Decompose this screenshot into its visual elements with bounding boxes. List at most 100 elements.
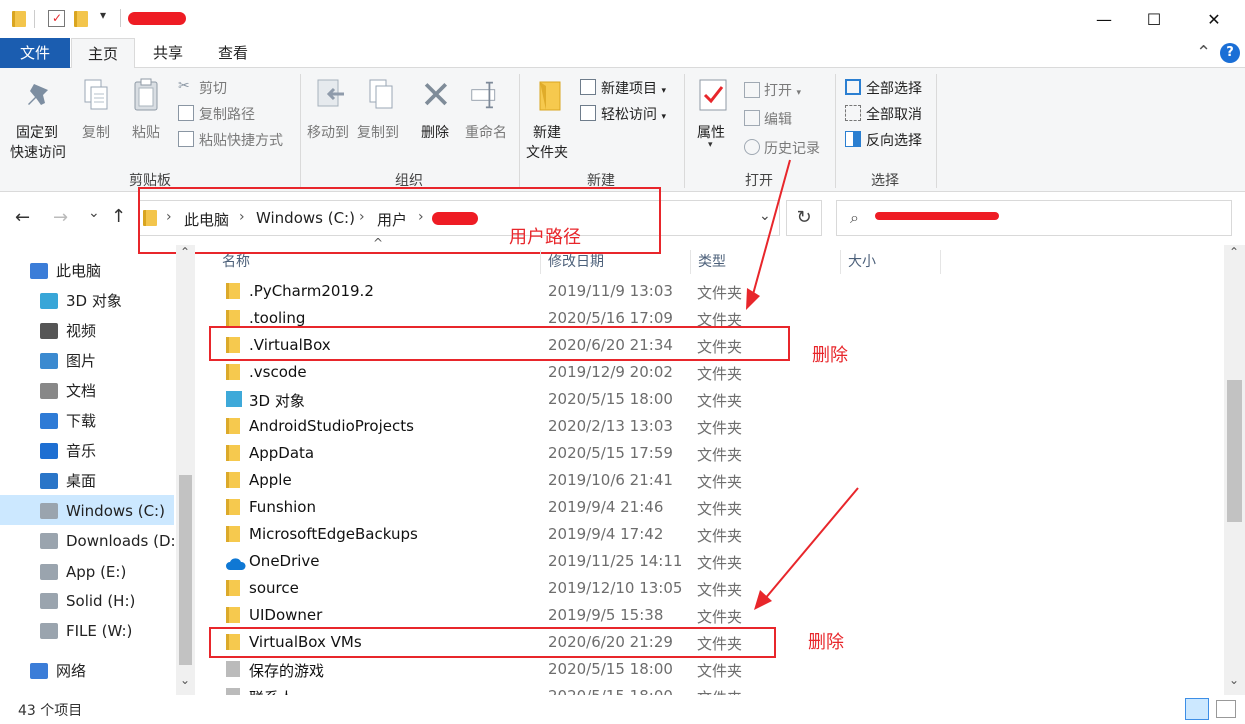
table-row[interactable]: .PyCharm2019.2 2019/11/9 13:03 文件夹 xyxy=(222,278,1222,305)
move-to-icon xyxy=(317,79,344,107)
history-button[interactable]: 历史记录 xyxy=(764,138,820,158)
table-row[interactable]: 联系人 2020/5/15 18:00 文件夹 xyxy=(222,683,1222,695)
divider[interactable] xyxy=(940,250,941,274)
rename-button[interactable]: 重命名 xyxy=(465,122,507,142)
column-header-size[interactable]: 大小 xyxy=(848,250,876,274)
contacts-icon xyxy=(226,688,240,695)
paste-shortcut-button[interactable]: 粘贴快捷方式 xyxy=(199,130,283,150)
file-name: 3D 对象 xyxy=(249,392,305,410)
up-icon[interactable]: ↑ xyxy=(111,206,126,227)
paste-button[interactable]: 粘贴 xyxy=(132,122,160,142)
folder-icon xyxy=(12,11,26,27)
invert-selection-button[interactable]: 反向选择 xyxy=(866,130,922,150)
redacted-title xyxy=(128,12,186,25)
file-type: 文件夹 xyxy=(697,581,743,599)
scroll-up-icon[interactable]: ⌃ xyxy=(180,245,190,259)
search-input[interactable]: ⌕ xyxy=(836,200,1232,236)
pin-quick-access-label-2[interactable]: 快速访问 xyxy=(10,142,66,162)
move-to-button[interactable]: 移动到 xyxy=(307,122,349,142)
refresh-button[interactable]: ↻ xyxy=(786,200,822,236)
file-name: .vscode xyxy=(249,363,307,381)
file-type: 文件夹 xyxy=(697,284,743,302)
recent-locations-icon[interactable]: ⌄ xyxy=(88,205,100,221)
address-dropdown-icon[interactable]: ⌄ xyxy=(759,208,771,224)
select-all-button[interactable]: 全部选择 xyxy=(866,78,922,98)
file-name: Apple xyxy=(249,471,292,489)
table-row[interactable]: .vscode 2019/12/9 20:02 文件夹 xyxy=(222,359,1222,386)
tab-file[interactable]: 文件 xyxy=(0,38,70,68)
edit-button[interactable]: 编辑 xyxy=(764,109,792,129)
select-none-button[interactable]: 全部取消 xyxy=(866,104,922,124)
saved-games-icon xyxy=(226,661,240,677)
tab-view[interactable]: 查看 xyxy=(204,38,262,68)
help-icon[interactable]: ? xyxy=(1220,43,1240,63)
item-count: 43 个项目 xyxy=(18,703,83,719)
file-modified-date: 2019/9/4 21:46 xyxy=(548,498,664,516)
ribbon-tabs: 文件 主页 共享 查看 ⌄ ? xyxy=(0,38,1245,69)
file-name: AppData xyxy=(249,444,315,462)
back-icon[interactable]: ← xyxy=(15,207,30,228)
properties-button[interactable]: 属性 xyxy=(697,122,725,142)
file-name: 联系人 xyxy=(249,687,294,695)
table-row[interactable]: AndroidStudioProjects 2020/2/13 13:03 文件夹 xyxy=(222,413,1222,440)
new-folder-label-2[interactable]: 文件夹 xyxy=(526,142,568,162)
close-button[interactable]: ✕ xyxy=(1190,0,1238,38)
new-folder-quick-icon[interactable] xyxy=(74,11,88,27)
new-folder-label[interactable]: 新建 xyxy=(533,122,561,142)
table-row[interactable]: MicrosoftEdgeBackups 2019/9/4 17:42 文件夹 xyxy=(222,521,1222,548)
maximize-button[interactable]: ☐ xyxy=(1130,0,1178,38)
properties-icon xyxy=(699,79,727,111)
column-header-type[interactable]: 类型 xyxy=(698,250,726,274)
copy-to-icon xyxy=(369,79,393,109)
forward-icon[interactable]: → xyxy=(53,207,68,228)
divider[interactable] xyxy=(840,250,841,274)
pin-quick-access-label[interactable]: 固定到 xyxy=(16,122,58,142)
scroll-up-icon[interactable]: ⌃ xyxy=(1229,245,1239,259)
file-modified-date: 2019/9/5 15:38 xyxy=(548,606,664,624)
table-row[interactable]: OneDrive 2019/11/25 14:11 文件夹 xyxy=(222,548,1222,575)
column-header-modified[interactable]: 修改日期 xyxy=(548,250,604,274)
large-icons-view-button[interactable] xyxy=(1216,700,1236,718)
file-name: .PyCharm2019.2 xyxy=(249,282,374,300)
minimize-button[interactable]: — xyxy=(1080,0,1128,38)
list-scrollbar-thumb[interactable] xyxy=(1227,380,1242,522)
copy-path-button[interactable]: 复制路径 xyxy=(199,104,255,124)
copy-button[interactable]: 复制 xyxy=(82,122,110,142)
file-name: 保存的游戏 xyxy=(249,662,325,680)
new-item-button[interactable]: 新建项目 ▾ xyxy=(601,78,666,98)
table-row[interactable]: UIDowner 2019/9/5 15:38 文件夹 xyxy=(222,602,1222,629)
details-view-button[interactable] xyxy=(1185,698,1209,720)
select-none-icon xyxy=(845,105,861,121)
folder-icon xyxy=(226,445,240,461)
cut-button[interactable]: 剪切 xyxy=(199,78,227,98)
cube-icon xyxy=(226,391,242,407)
quick-access-dropdown-icon[interactable]: ▾ xyxy=(100,8,106,22)
properties-quick-icon[interactable]: ✓ xyxy=(48,10,65,27)
folder-icon xyxy=(226,310,240,326)
table-row[interactable]: Funshion 2019/9/4 21:46 文件夹 xyxy=(222,494,1222,521)
folder-icon xyxy=(226,580,240,596)
folder-icon xyxy=(226,283,240,299)
divider[interactable] xyxy=(690,250,691,274)
easy-access-button[interactable]: 轻松访问 ▾ xyxy=(601,104,666,124)
table-row[interactable]: source 2019/12/10 13:05 文件夹 xyxy=(222,575,1222,602)
table-row[interactable]: AppData 2020/5/15 17:59 文件夹 xyxy=(222,440,1222,467)
divider[interactable] xyxy=(540,250,541,274)
open-icon xyxy=(744,82,760,98)
copy-to-button[interactable]: 复制到 xyxy=(357,122,399,142)
table-row[interactable]: Apple 2019/10/6 21:41 文件夹 xyxy=(222,467,1222,494)
tab-home[interactable]: 主页 xyxy=(71,38,135,69)
column-header-name[interactable]: 名称 xyxy=(222,250,250,274)
folder-icon xyxy=(226,472,240,488)
list-scrollbar[interactable]: ⌃ ⌄ xyxy=(1224,245,1245,695)
scroll-down-icon[interactable]: ⌄ xyxy=(1229,673,1239,687)
paste-icon xyxy=(134,78,158,111)
table-row[interactable]: 3D 对象 2020/5/15 18:00 文件夹 xyxy=(222,386,1222,413)
table-row[interactable]: 保存的游戏 2020/5/15 18:00 文件夹 xyxy=(222,656,1222,683)
delete-button[interactable]: 删除 xyxy=(421,122,449,142)
chevron-down-icon[interactable]: ▾ xyxy=(708,140,713,150)
rename-icon xyxy=(471,81,496,109)
collapse-ribbon-icon[interactable]: ⌄ xyxy=(1196,40,1211,61)
open-button[interactable]: 打开 ▾ xyxy=(764,80,801,100)
tab-share[interactable]: 共享 xyxy=(140,38,196,68)
